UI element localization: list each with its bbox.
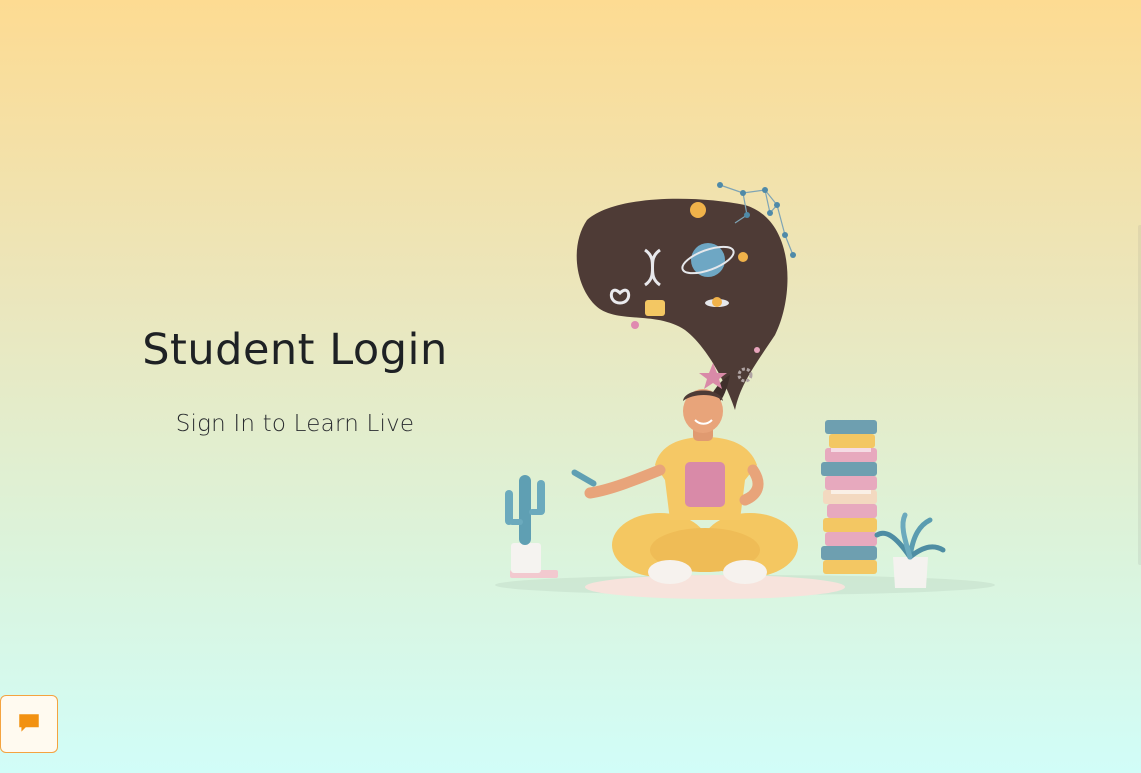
apple-icon [690, 202, 706, 218]
page-title: Student Login [142, 325, 448, 375]
login-hero: Student Login Sign In to Learn Live [95, 325, 495, 437]
student-figure [571, 389, 798, 584]
chat-button[interactable] [0, 695, 58, 753]
book-stack [821, 420, 877, 574]
planet-icon [691, 243, 725, 277]
puzzle-icon [645, 300, 665, 316]
chat-bubble-icon [19, 714, 39, 732]
floor-mat [585, 575, 845, 599]
student-illustration [495, 182, 995, 599]
cactus-plant [505, 475, 558, 578]
hair [576, 198, 788, 410]
tablet-icon [685, 462, 725, 507]
page-subtitle: Sign In to Learn Live [175, 411, 415, 437]
